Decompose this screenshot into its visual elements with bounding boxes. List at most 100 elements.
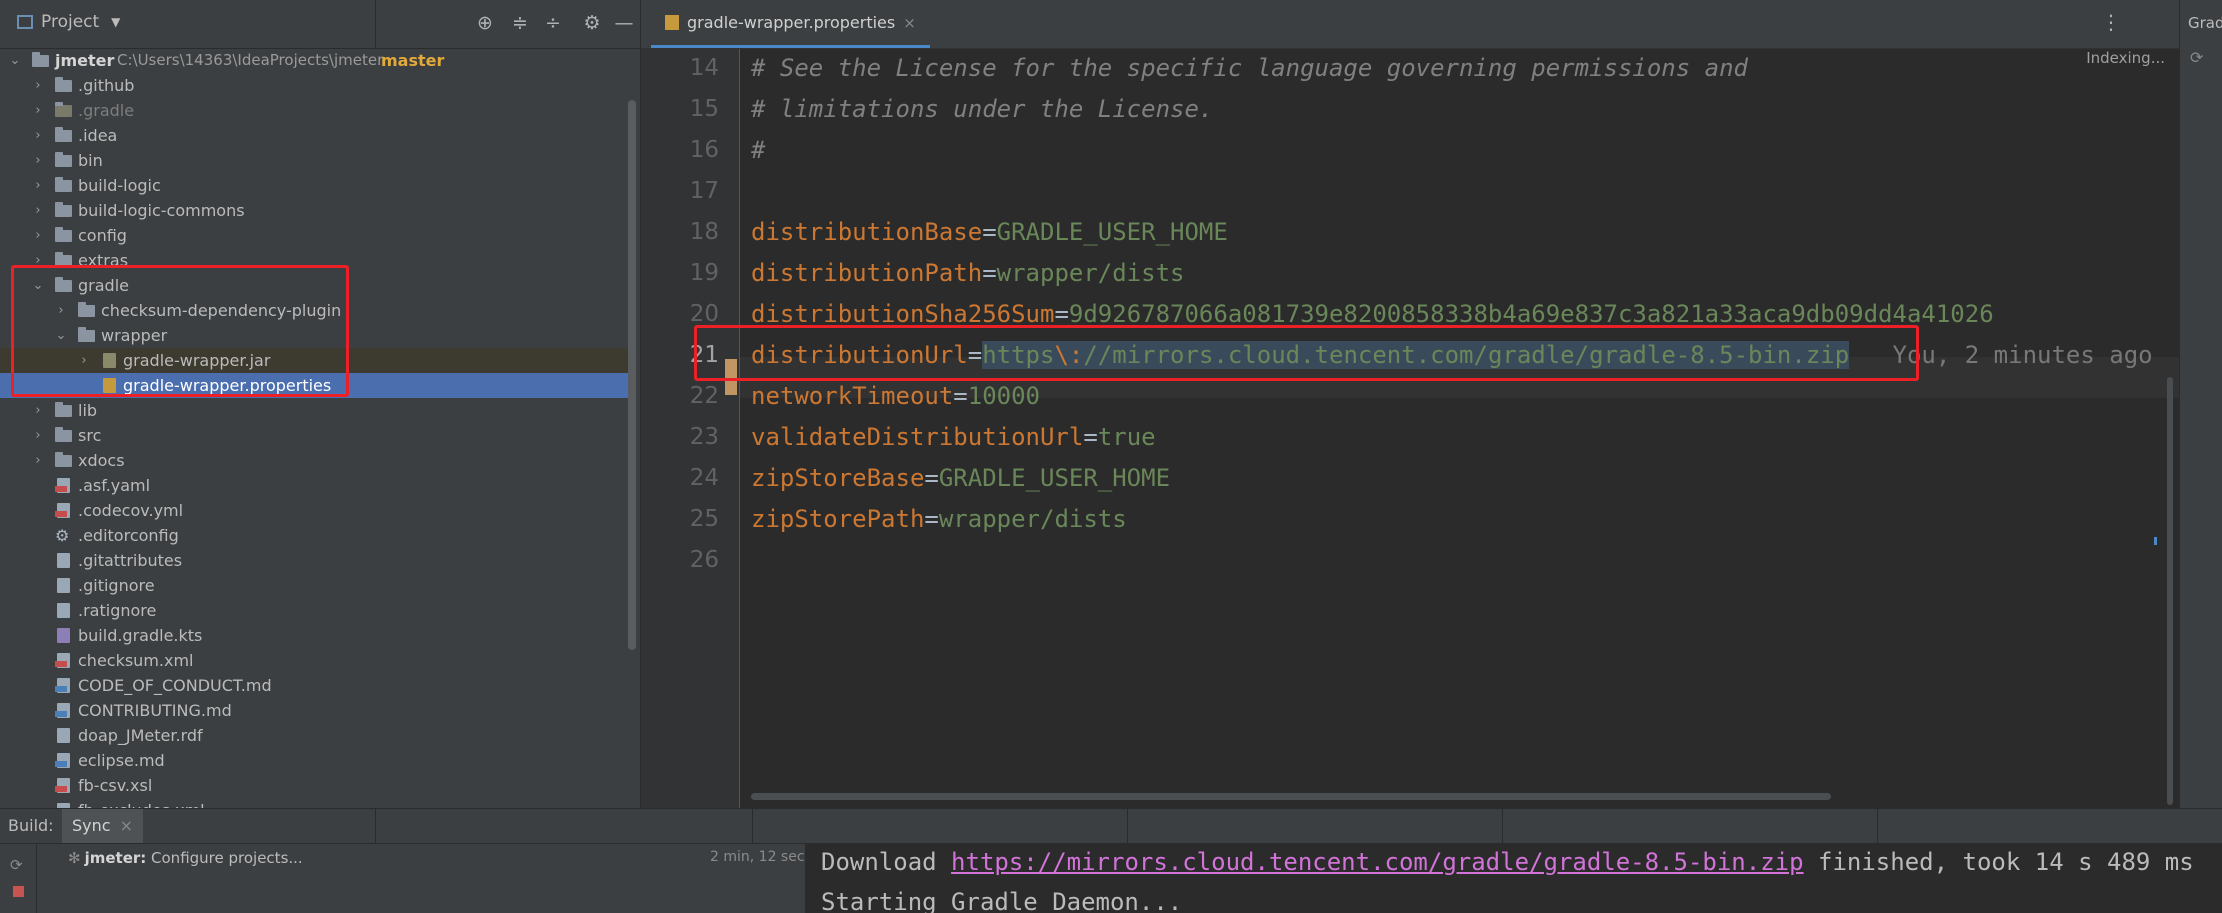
hide-icon[interactable]: — bbox=[612, 11, 636, 35]
tree-item-label: doap_JMeter.rdf bbox=[78, 726, 203, 745]
close-icon[interactable]: × bbox=[120, 816, 133, 835]
chevron-right-icon[interactable]: › bbox=[31, 198, 45, 223]
stop-icon[interactable] bbox=[13, 886, 24, 897]
property-value: true bbox=[1097, 423, 1156, 451]
tree-item[interactable]: CODE_OF_CONDUCT.md bbox=[0, 673, 628, 698]
folder-icon bbox=[32, 52, 49, 67]
tree-item[interactable]: build.gradle.kts bbox=[0, 623, 628, 648]
task-duration: 2 min, 12 sec bbox=[710, 849, 805, 865]
close-icon[interactable]: × bbox=[903, 14, 916, 32]
locate-icon[interactable]: ⊕ bbox=[473, 11, 497, 35]
line-number-gutter: 14 15 16 17 18 19 20 21 22 23 24 25 26 bbox=[641, 49, 740, 808]
chevron-right-icon[interactable]: › bbox=[31, 148, 45, 173]
tree-item[interactable]: fb-excludes.xml bbox=[0, 798, 628, 808]
project-tool-window: Project ▼ ⊕ ≑ ÷ ⚙ — ⌄ jmeter C:\Users\14… bbox=[0, 0, 640, 808]
root-path: C:\Users\14363\IdeaProjects\jmeter bbox=[117, 51, 384, 69]
tree-item-label: fb-excludes.xml bbox=[78, 798, 205, 808]
comment-text: # bbox=[751, 136, 766, 164]
console-line: Download https://mirrors.cloud.tencent.c… bbox=[821, 848, 2194, 876]
chevron-right-icon[interactable]: › bbox=[31, 398, 45, 423]
line-number: 20 bbox=[689, 301, 719, 327]
tree-item[interactable]: .codecov.yml bbox=[0, 498, 628, 523]
tab-divider bbox=[1877, 809, 1878, 843]
tree-item[interactable]: › build-logic-commons bbox=[0, 198, 628, 223]
tree-item[interactable]: › lib bbox=[0, 398, 628, 423]
tab-sync[interactable]: Sync × bbox=[62, 809, 144, 843]
tree-item[interactable]: .ratignore bbox=[0, 598, 628, 623]
tree-item-label: src bbox=[78, 426, 102, 445]
tree-item-label: fb-csv.xsl bbox=[78, 776, 153, 795]
highlight-box-distribution-url bbox=[694, 325, 1919, 381]
code-editor[interactable]: 14 15 16 17 18 19 20 21 22 23 24 25 26 #… bbox=[641, 49, 2179, 808]
tree-item[interactable]: › bin bbox=[0, 148, 628, 173]
more-icon[interactable]: ⋮ bbox=[2101, 10, 2121, 34]
property-value: 10000 bbox=[967, 382, 1040, 410]
collapse-all-icon[interactable]: ÷ bbox=[541, 11, 565, 35]
root-label: jmeter bbox=[55, 51, 115, 70]
tree-item[interactable]: › src bbox=[0, 423, 628, 448]
tree-item[interactable]: .gitignore bbox=[0, 573, 628, 598]
tree-item[interactable]: › config bbox=[0, 223, 628, 248]
build-tab-bar: Build: Sync × bbox=[0, 809, 2222, 844]
tree-item[interactable]: › .gradle bbox=[0, 98, 628, 123]
tree-item[interactable]: ⚙ .editorconfig bbox=[0, 523, 628, 548]
text-file-icon bbox=[57, 553, 70, 568]
tree-item[interactable]: CONTRIBUTING.md bbox=[0, 698, 628, 723]
property-key: distributionSha256Sum bbox=[751, 300, 1055, 328]
chevron-right-icon[interactable]: › bbox=[31, 223, 45, 248]
editor-vertical-scrollbar[interactable] bbox=[2167, 377, 2173, 805]
editor-horizontal-scrollbar[interactable] bbox=[751, 793, 1831, 800]
tree-item[interactable]: .gitattributes bbox=[0, 548, 628, 573]
code-line-19: distributionPath=wrapper/dists bbox=[751, 259, 1185, 287]
code-line-24: zipStoreBase=GRADLE_USER_HOME bbox=[751, 464, 1171, 492]
property-value: wrapper/dists bbox=[938, 505, 1127, 533]
build-console[interactable]: Download https://mirrors.cloud.tencent.c… bbox=[805, 844, 2222, 913]
markdown-file-icon bbox=[55, 678, 70, 693]
refresh-icon[interactable]: ⟳ bbox=[2190, 48, 2203, 67]
tree-item-label: CONTRIBUTING.md bbox=[78, 701, 232, 720]
properties-file-icon bbox=[665, 15, 679, 30]
tree-item[interactable]: › .idea bbox=[0, 123, 628, 148]
tree-item[interactable]: eclipse.md bbox=[0, 748, 628, 773]
console-text: Download bbox=[821, 848, 952, 876]
build-task-row[interactable]: ✻ jmeter: Configure projects... bbox=[68, 849, 303, 867]
chevron-right-icon[interactable]: › bbox=[31, 98, 45, 123]
tab-divider bbox=[1127, 809, 1128, 843]
tree-item[interactable]: › build-logic bbox=[0, 173, 628, 198]
tab-gradle-wrapper-properties[interactable]: gradle-wrapper.properties × bbox=[651, 0, 930, 48]
download-link[interactable]: https://mirrors.cloud.tencent.com/gradle… bbox=[951, 848, 1804, 876]
tree-item[interactable]: fb-csv.xsl bbox=[0, 773, 628, 798]
tree-root[interactable]: ⌄ jmeter C:\Users\14363\IdeaProjects\jme… bbox=[0, 48, 628, 73]
chevron-right-icon[interactable]: › bbox=[31, 423, 45, 448]
chevron-down-icon[interactable]: ⌄ bbox=[8, 48, 22, 73]
gear-icon[interactable]: ⚙ bbox=[580, 11, 604, 35]
tree-item[interactable]: › .github bbox=[0, 73, 628, 98]
chevron-right-icon[interactable]: › bbox=[31, 173, 45, 198]
tree-scrollbar[interactable] bbox=[628, 100, 636, 650]
text-file-icon bbox=[57, 603, 70, 618]
inline-blame[interactable]: You, 2 minutes ago bbox=[1893, 341, 2153, 369]
chevron-right-icon[interactable]: › bbox=[31, 448, 45, 473]
code-line-25: zipStorePath=wrapper/dists bbox=[751, 505, 1127, 533]
tree-item[interactable]: doap_JMeter.rdf bbox=[0, 723, 628, 748]
property-key: networkTimeout bbox=[751, 382, 954, 410]
console-text: finished, took 14 s 489 ms bbox=[1803, 848, 2194, 876]
tree-item[interactable]: checksum.xml bbox=[0, 648, 628, 673]
folder-icon bbox=[55, 427, 72, 442]
tree-item[interactable]: › xdocs bbox=[0, 448, 628, 473]
chevron-right-icon[interactable]: › bbox=[31, 123, 45, 148]
property-key: zipStoreBase bbox=[751, 464, 925, 492]
line-number: 16 bbox=[689, 137, 719, 163]
highlight-box-gradle-folder bbox=[11, 265, 349, 397]
folder-icon bbox=[55, 452, 72, 467]
gradle-tool-tab[interactable]: Gradle bbox=[2188, 14, 2222, 32]
refresh-icon[interactable]: ⟳ bbox=[10, 856, 23, 874]
expand-all-icon[interactable]: ≑ bbox=[508, 11, 532, 35]
tree-item[interactable]: .asf.yaml bbox=[0, 473, 628, 498]
chevron-right-icon[interactable]: › bbox=[31, 73, 45, 98]
project-view-selector[interactable]: Project ▼ bbox=[17, 12, 120, 32]
tab-divider bbox=[752, 809, 753, 843]
tab-divider bbox=[1502, 809, 1503, 843]
folder-icon bbox=[55, 77, 72, 92]
code-line-20: distributionSha256Sum=9d926787066a081739… bbox=[751, 300, 1994, 328]
